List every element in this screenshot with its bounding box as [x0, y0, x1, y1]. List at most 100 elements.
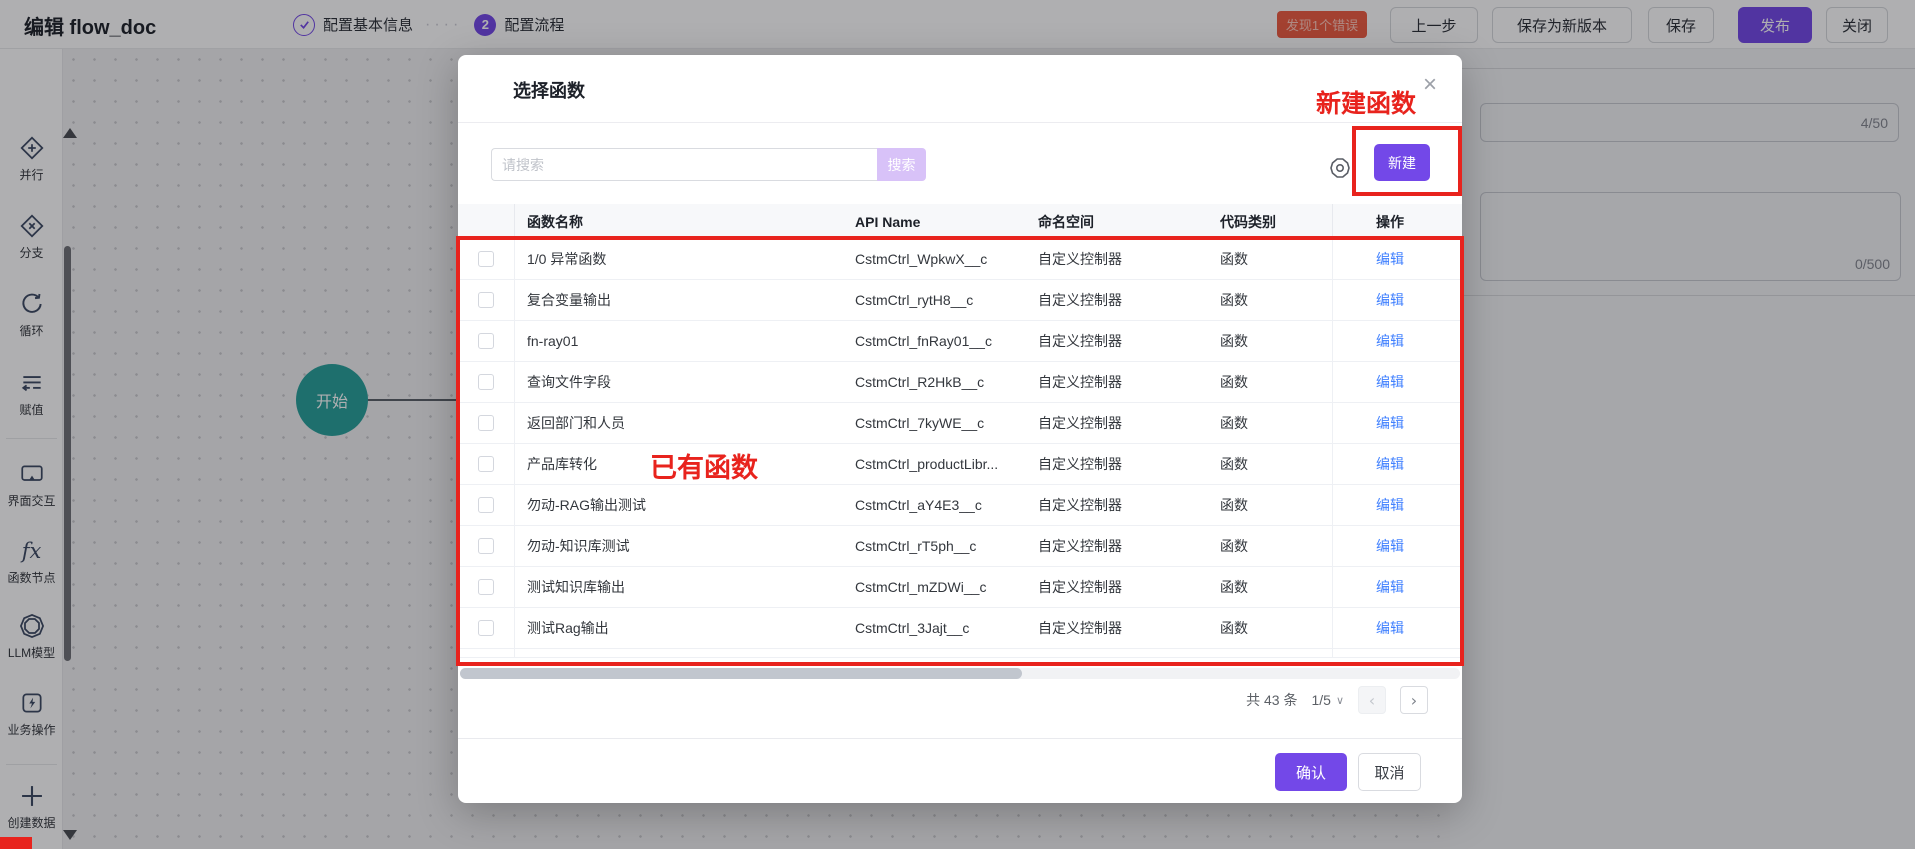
column-function-name: 函数名称 — [515, 212, 855, 232]
close-icon[interactable]: × — [1416, 71, 1444, 99]
edit-link[interactable]: 编辑 — [1376, 495, 1404, 515]
code-type-cell: 函数 — [1220, 454, 1332, 474]
pagination: 共 43 条 1/5 ∨ ‹ › — [1246, 686, 1428, 714]
code-type-cell: 函数 — [1220, 413, 1332, 433]
edit-link[interactable]: 编辑 — [1376, 331, 1404, 351]
table-row[interactable]: 1/0 异常函数 CstmCtrl_WpkwX__c 自定义控制器 函数 编辑 — [458, 239, 1462, 280]
api-name-cell: CstmCtrl_mZDWi__c — [855, 579, 1038, 595]
function-table-body: 1/0 异常函数 CstmCtrl_WpkwX__c 自定义控制器 函数 编辑 … — [458, 239, 1462, 649]
cancel-button[interactable]: 取消 — [1358, 753, 1421, 791]
table-row[interactable]: 查询文件字段 CstmCtrl_R2HkB__c 自定义控制器 函数 编辑 — [458, 362, 1462, 403]
table-horizontal-scrollbar — [460, 668, 1460, 679]
scrollbar-thumb[interactable] — [460, 668, 1022, 679]
edit-link[interactable]: 编辑 — [1376, 249, 1404, 269]
partial-table-row — [458, 649, 1462, 658]
settings-gear-icon[interactable] — [1328, 156, 1352, 180]
row-checkbox[interactable] — [478, 251, 494, 267]
api-name-cell: CstmCtrl_R2HkB__c — [855, 374, 1038, 390]
page-indicator: 1/5 — [1311, 692, 1330, 708]
confirm-button[interactable]: 确认 — [1275, 753, 1347, 791]
namespace-cell: 自定义控制器 — [1038, 372, 1220, 392]
api-name-cell: CstmCtrl_aY4E3__c — [855, 497, 1038, 513]
table-row[interactable]: 勿动-知识库测试 CstmCtrl_rT5ph__c 自定义控制器 函数 编辑 — [458, 526, 1462, 567]
api-name-cell: CstmCtrl_3Jajt__c — [855, 620, 1038, 636]
table-row[interactable]: 测试知识库输出 CstmCtrl_mZDWi__c 自定义控制器 函数 编辑 — [458, 567, 1462, 608]
code-type-cell: 函数 — [1220, 372, 1332, 392]
namespace-cell: 自定义控制器 — [1038, 290, 1220, 310]
row-checkbox[interactable] — [478, 415, 494, 431]
function-name-cell: 复合变量输出 — [515, 290, 855, 310]
table-row[interactable]: 勿动-RAG输出测试 CstmCtrl_aY4E3__c 自定义控制器 函数 编… — [458, 485, 1462, 526]
namespace-cell: 自定义控制器 — [1038, 495, 1220, 515]
edit-link[interactable]: 编辑 — [1376, 577, 1404, 597]
function-name-cell: 产品库转化 — [515, 454, 855, 474]
column-action: 操作 — [1332, 204, 1462, 239]
row-checkbox[interactable] — [478, 456, 494, 472]
api-name-cell: CstmCtrl_fnRay01__c — [855, 333, 1038, 349]
row-checkbox[interactable] — [478, 497, 494, 513]
row-checkbox[interactable] — [478, 538, 494, 554]
total-count-label: 共 43 条 — [1246, 690, 1297, 710]
table-row[interactable]: 返回部门和人员 CstmCtrl_7kyWE__c 自定义控制器 函数 编辑 — [458, 403, 1462, 444]
app-window: 开始 4/50 0/500 编辑 flow_doc 配置基本信息 ···· 2 … — [0, 0, 1915, 849]
namespace-cell: 自定义控制器 — [1038, 577, 1220, 597]
column-api-name: API Name — [855, 214, 1038, 230]
function-name-cell: 勿动-RAG输出测试 — [515, 495, 855, 515]
edit-link[interactable]: 编辑 — [1376, 618, 1404, 638]
code-type-cell: 函数 — [1220, 536, 1332, 556]
function-name-cell: 测试Rag输出 — [515, 618, 855, 638]
function-name-cell: 1/0 异常函数 — [515, 249, 855, 269]
api-name-cell: CstmCtrl_rytH8__c — [855, 292, 1038, 308]
table-row[interactable]: 复合变量输出 CstmCtrl_rytH8__c 自定义控制器 函数 编辑 — [458, 280, 1462, 321]
function-name-cell: fn-ray01 — [515, 333, 855, 349]
edit-link[interactable]: 编辑 — [1376, 372, 1404, 392]
table-row[interactable]: fn-ray01 CstmCtrl_fnRay01__c 自定义控制器 函数 编… — [458, 321, 1462, 362]
api-name-cell: CstmCtrl_rT5ph__c — [855, 538, 1038, 554]
function-name-cell: 返回部门和人员 — [515, 413, 855, 433]
column-namespace: 命名空间 — [1038, 212, 1220, 232]
namespace-cell: 自定义控制器 — [1038, 249, 1220, 269]
edit-link[interactable]: 编辑 — [1376, 290, 1404, 310]
dialog-header-divider — [458, 122, 1462, 123]
search-button[interactable]: 搜索 — [877, 148, 926, 181]
api-name-cell: CstmCtrl_productLibr... — [855, 456, 1038, 472]
column-code-type: 代码类别 — [1220, 212, 1332, 232]
code-type-cell: 函数 — [1220, 495, 1332, 515]
select-function-dialog: 选择函数 × 搜索 新建 函数名称 API Name 命名空间 代码类别 操作 … — [458, 55, 1462, 803]
namespace-cell: 自定义控制器 — [1038, 413, 1220, 433]
function-name-cell: 测试知识库输出 — [515, 577, 855, 597]
code-type-cell: 函数 — [1220, 249, 1332, 269]
row-checkbox[interactable] — [478, 579, 494, 595]
table-row[interactable]: 产品库转化 CstmCtrl_productLibr... 自定义控制器 函数 … — [458, 444, 1462, 485]
edit-link[interactable]: 编辑 — [1376, 413, 1404, 433]
new-function-button[interactable]: 新建 — [1374, 144, 1430, 181]
page-size-select[interactable]: 1/5 ∨ — [1311, 692, 1344, 708]
code-type-cell: 函数 — [1220, 618, 1332, 638]
function-name-cell: 查询文件字段 — [515, 372, 855, 392]
namespace-cell: 自定义控制器 — [1038, 618, 1220, 638]
namespace-cell: 自定义控制器 — [1038, 536, 1220, 556]
code-type-cell: 函数 — [1220, 331, 1332, 351]
row-checkbox[interactable] — [478, 292, 494, 308]
namespace-cell: 自定义控制器 — [1038, 454, 1220, 474]
code-type-cell: 函数 — [1220, 290, 1332, 310]
edit-link[interactable]: 编辑 — [1376, 536, 1404, 556]
function-table-header: 函数名称 API Name 命名空间 代码类别 操作 — [458, 204, 1462, 239]
header-checkbox-cell — [458, 204, 515, 239]
code-type-cell: 函数 — [1220, 577, 1332, 597]
table-row[interactable]: 测试Rag输出 CstmCtrl_3Jajt__c 自定义控制器 函数 编辑 — [458, 608, 1462, 649]
dialog-title: 选择函数 — [513, 77, 585, 103]
prev-page-button[interactable]: ‹ — [1358, 686, 1386, 714]
search-input[interactable] — [491, 148, 877, 181]
row-checkbox[interactable] — [478, 620, 494, 636]
chevron-down-icon: ∨ — [1336, 694, 1344, 707]
next-page-button[interactable]: › — [1400, 686, 1428, 714]
edit-link[interactable]: 编辑 — [1376, 454, 1404, 474]
row-checkbox[interactable] — [478, 333, 494, 349]
dialog-footer-divider — [458, 738, 1462, 739]
row-checkbox[interactable] — [478, 374, 494, 390]
namespace-cell: 自定义控制器 — [1038, 331, 1220, 351]
api-name-cell: CstmCtrl_7kyWE__c — [855, 415, 1038, 431]
function-name-cell: 勿动-知识库测试 — [515, 536, 855, 556]
api-name-cell: CstmCtrl_WpkwX__c — [855, 251, 1038, 267]
